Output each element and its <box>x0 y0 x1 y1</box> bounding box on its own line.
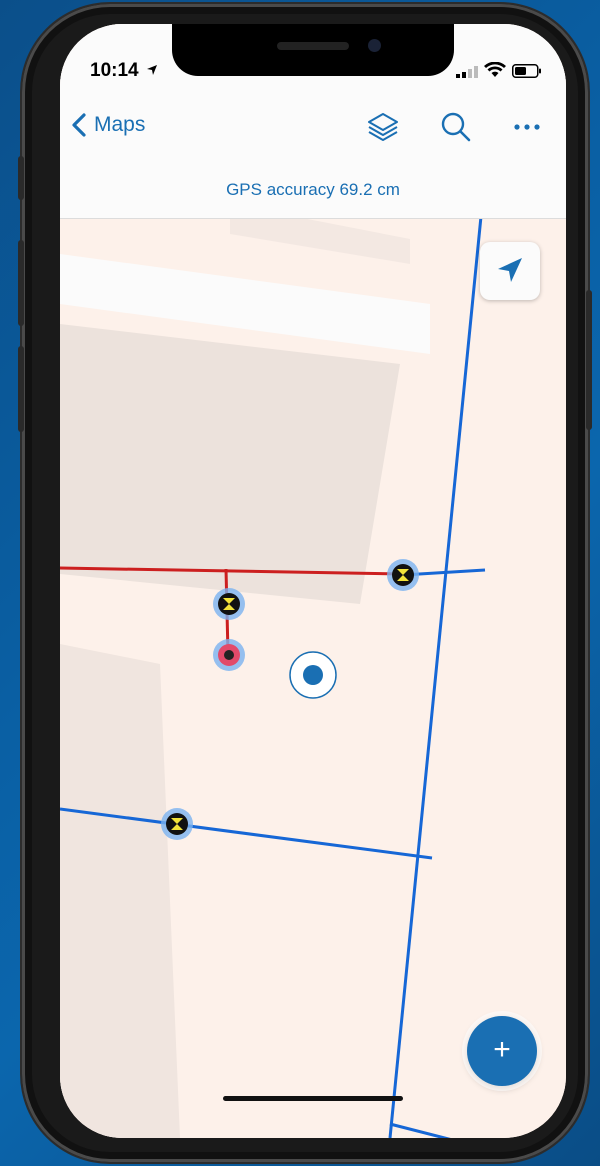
layers-icon[interactable] <box>366 110 400 144</box>
power-button <box>586 290 592 430</box>
mute-switch <box>18 156 24 200</box>
back-button[interactable]: Maps <box>70 112 145 138</box>
meter-symbol <box>213 639 245 671</box>
chevron-left-icon <box>72 113 86 137</box>
battery-icon <box>512 64 541 78</box>
cellular-signal-icon <box>456 66 478 78</box>
navigation-arrow-icon <box>498 258 522 282</box>
volume-down-button <box>18 346 24 432</box>
gps-accuracy-bar: GPS accuracy 69.2 cm <box>60 158 566 219</box>
building-2 <box>60 644 180 1138</box>
location-arrow-icon <box>147 65 157 75</box>
wifi-icon <box>484 62 506 77</box>
building-1 <box>60 324 400 604</box>
add-feature-button[interactable]: + <box>467 1016 537 1086</box>
plus-icon: + <box>493 1033 511 1066</box>
front-camera <box>368 39 381 52</box>
home-indicator[interactable] <box>223 1096 403 1101</box>
search-icon[interactable] <box>439 110 473 144</box>
back-button-label: Maps <box>94 113 146 136</box>
valve-symbol <box>161 808 193 840</box>
current-location-marker <box>289 651 337 699</box>
status-time: 10:14 <box>90 60 139 81</box>
speaker-grille <box>277 42 349 50</box>
valve-symbol <box>213 588 245 620</box>
valve-symbol <box>387 559 419 591</box>
gps-accuracy-text: GPS accuracy 69.2 cm <box>226 180 400 199</box>
location-button[interactable] <box>480 242 540 300</box>
volume-up-button <box>18 240 24 326</box>
more-icon[interactable] <box>510 110 544 144</box>
phone-screen: 10:14 Maps GPS accuracy 69.2 cm + <box>60 24 566 1138</box>
navigation-bar: Maps <box>60 82 566 159</box>
notch <box>172 24 454 76</box>
